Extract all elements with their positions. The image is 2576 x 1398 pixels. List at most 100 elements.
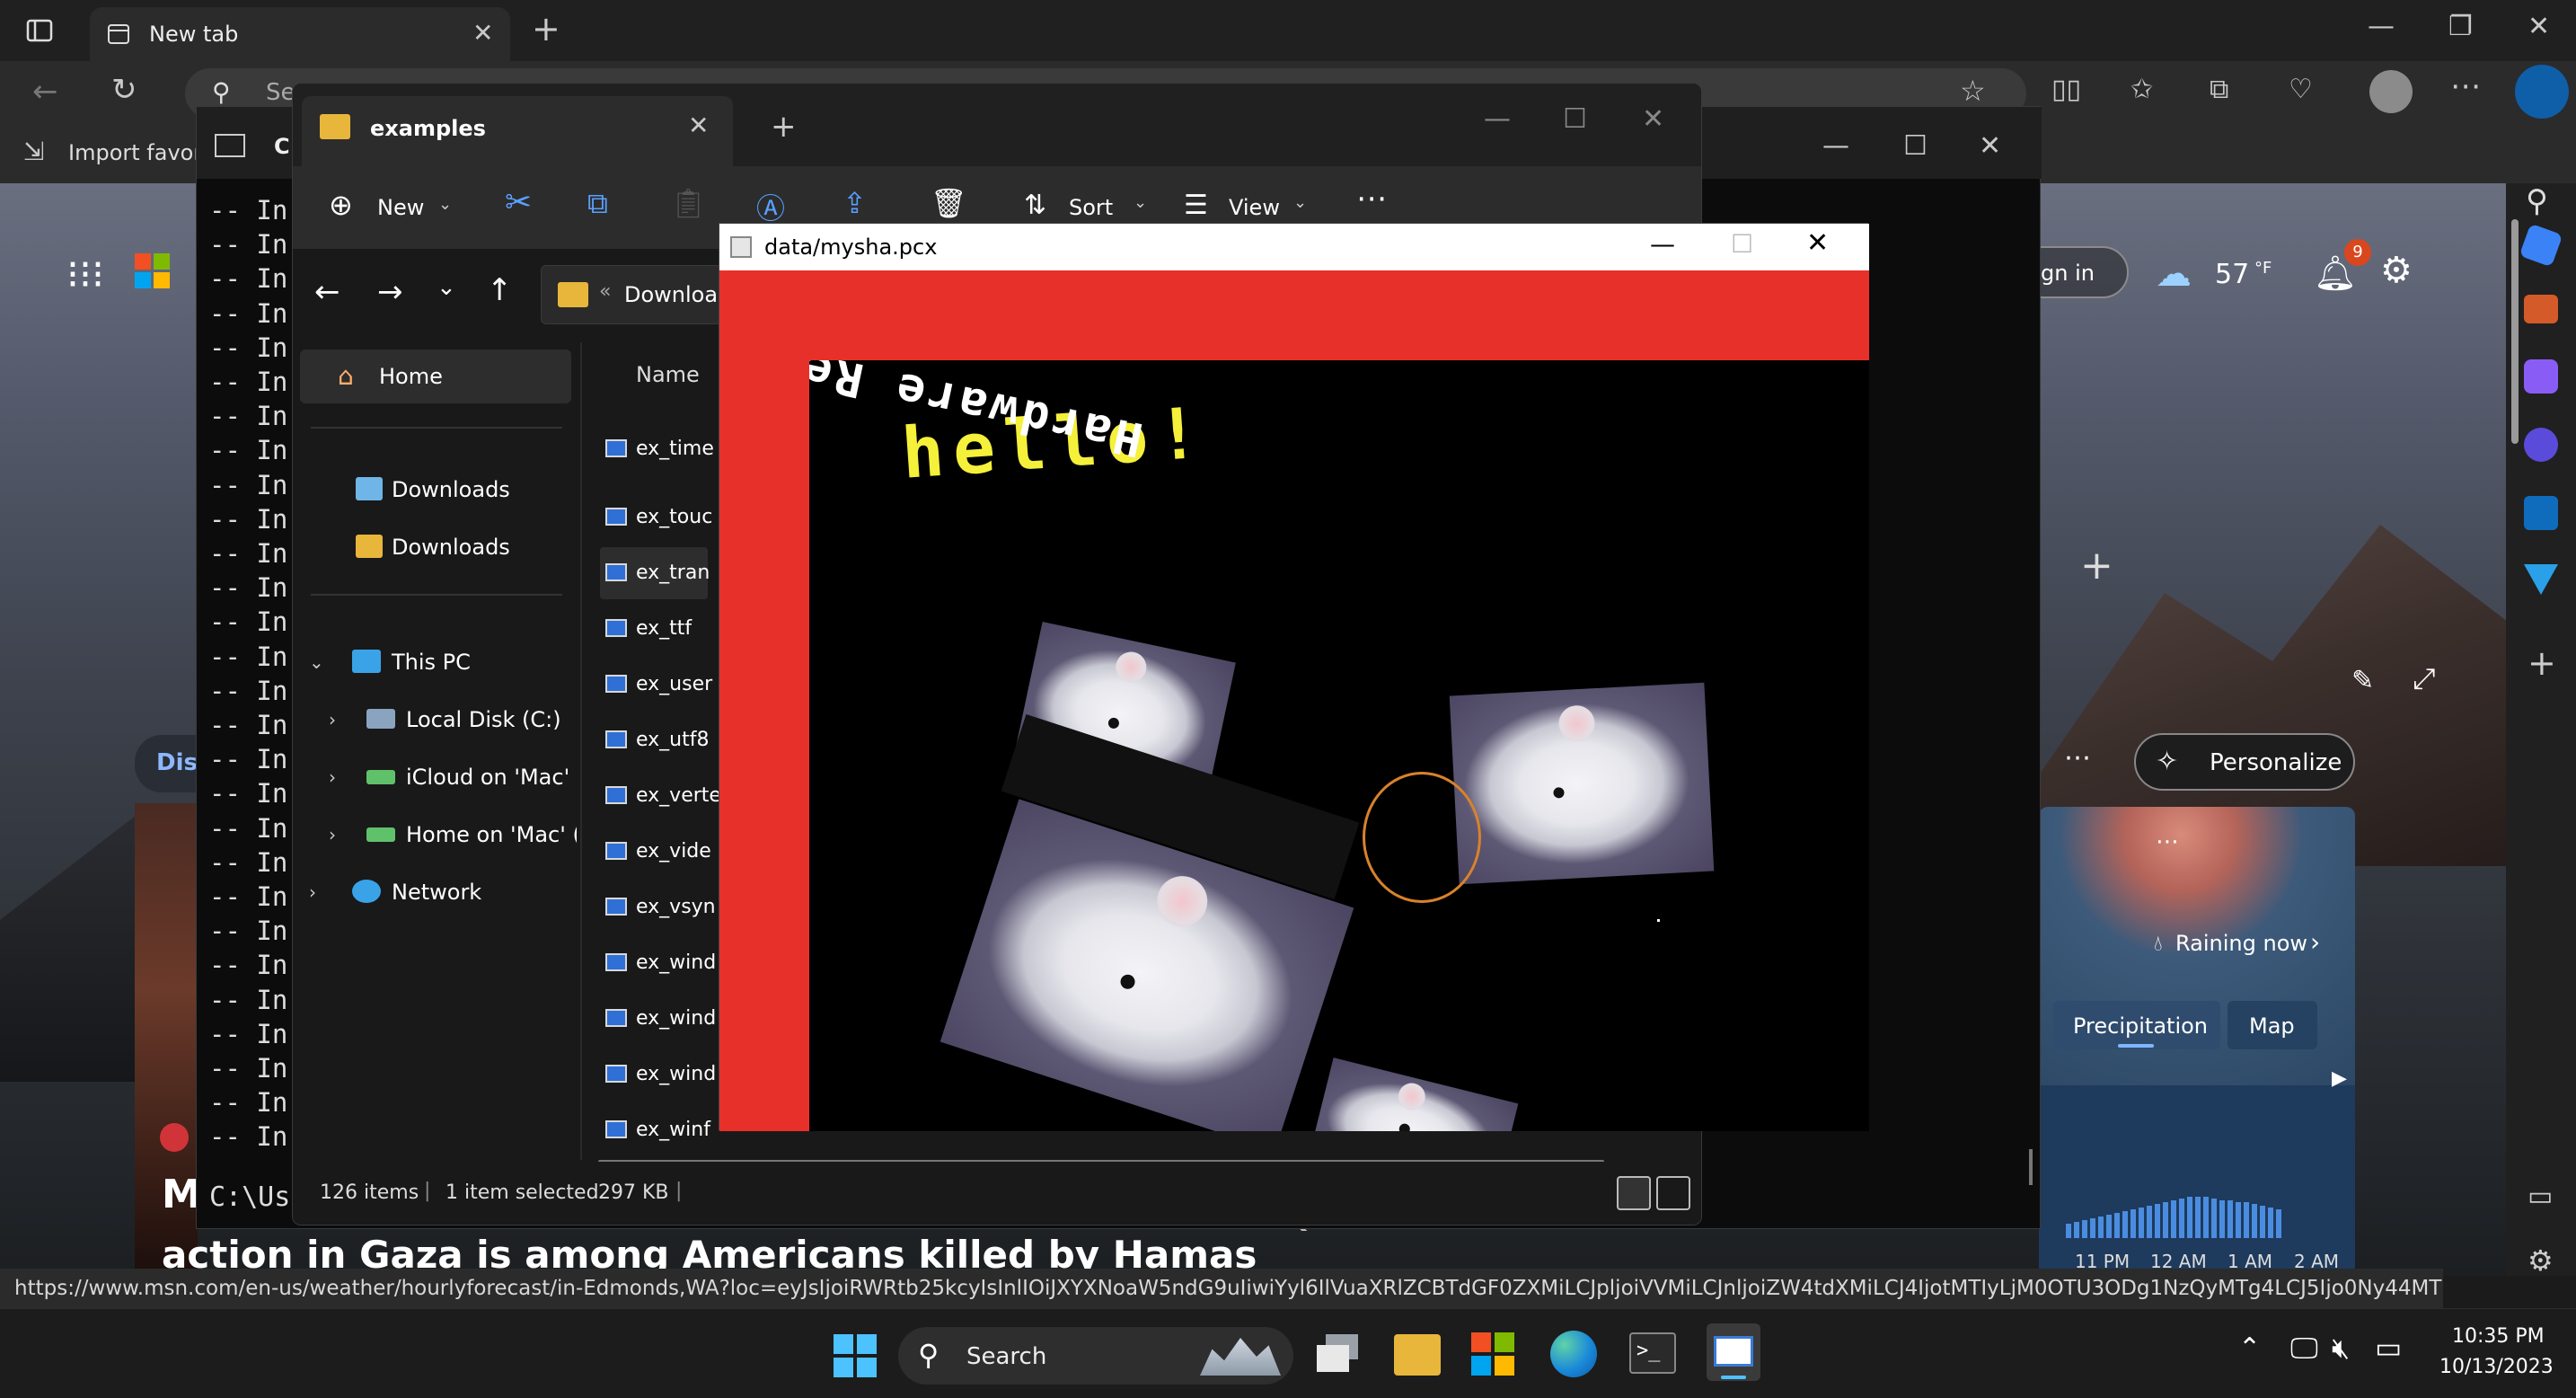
battery-icon[interactable]: ▭ (2375, 1331, 2402, 1365)
file-row[interactable]: ex_winf (600, 1104, 710, 1156)
more-icon[interactable]: ⋯ (2450, 68, 2481, 104)
copilot-icon[interactable] (2515, 65, 2569, 119)
apps-grid-icon[interactable]: ⁝⁝⁝ (66, 252, 104, 297)
file-row[interactable]: ex_wind (600, 993, 716, 1045)
show-hidden-icons-icon[interactable]: ⌃ (2238, 1332, 2261, 1364)
edge-taskbar-icon[interactable] (1550, 1331, 1597, 1377)
add-icon[interactable]: + (2080, 543, 2113, 588)
file-name: ex_time (636, 438, 714, 460)
sidebar-search-icon[interactable]: ⚲ (2526, 183, 2548, 219)
minimize-icon[interactable]: — (1650, 229, 1675, 259)
file-row[interactable]: ex_tran (600, 547, 710, 599)
store-taskbar-icon[interactable] (1471, 1332, 1514, 1376)
new-tab-button[interactable]: + (532, 9, 560, 49)
terminal-line: -- In (209, 435, 288, 466)
split-screen-icon[interactable]: ▯▯ (2051, 74, 2081, 105)
terminal-tab-title[interactable]: C (274, 134, 290, 159)
volume-muted-icon[interactable]: 🔇︎ (2332, 1331, 2350, 1366)
task-view-icon[interactable] (1317, 1334, 1363, 1374)
play-icon[interactable]: ▶ (2332, 1067, 2347, 1090)
file-row[interactable]: ex_wind (600, 937, 716, 989)
orange-circle (1363, 772, 1481, 903)
file-row[interactable]: ex_user (600, 659, 712, 711)
pcx-viewer-window[interactable]: data/mysha.pcx — ☐ ✕ hello! Hardware Ren… (719, 223, 1869, 1131)
sidebar-games-icon[interactable] (2524, 359, 2558, 394)
terminal-line: -- In (209, 195, 288, 226)
sidebar-shopping-icon[interactable] (2519, 223, 2563, 268)
browser-essentials-icon[interactable]: ♡ (2289, 74, 2313, 105)
close-icon[interactable]: ✕ (1806, 227, 1829, 259)
file-explorer-taskbar-icon[interactable] (1394, 1334, 1441, 1376)
card-more-icon[interactable]: ⋯ (2156, 828, 2179, 855)
tab-new-tab[interactable]: New tab ✕ (90, 7, 510, 61)
status-divider: | (675, 1180, 683, 1202)
weather-status[interactable]: Raining now (2175, 931, 2307, 956)
close-tab-icon[interactable]: ✕ (472, 18, 493, 48)
terminal-close-icon[interactable]: ✕ (1979, 130, 2001, 162)
tab-map[interactable]: Map (2228, 1001, 2317, 1049)
file-row[interactable]: ex_touc (600, 491, 712, 544)
restore-icon[interactable]: ❐ (2448, 11, 2473, 42)
refresh-icon[interactable]: ↻ (111, 72, 137, 108)
minimize-icon[interactable]: — (2368, 11, 2395, 42)
sidebar-layout-icon[interactable]: ▭ (2527, 1181, 2553, 1212)
file-row[interactable]: ex_vsyn (600, 881, 716, 933)
sidebar-drop-icon[interactable] (2524, 564, 2558, 595)
file-name: ex_vsyn (636, 896, 716, 918)
file-row[interactable]: ex_time (600, 423, 714, 475)
terminal-taskbar-icon[interactable]: >_ (1629, 1332, 1676, 1374)
exe-icon (605, 842, 627, 860)
sidebar-copilot-icon[interactable] (2524, 428, 2558, 462)
file-name: ex_user (636, 673, 713, 695)
sidebar-outlook-icon[interactable] (2524, 496, 2558, 530)
tab-precipitation[interactable]: Precipitation (2053, 1001, 2220, 1049)
terminal-line: -- In (209, 1018, 288, 1049)
terminal-line: -- In (209, 812, 288, 844)
back-icon[interactable]: ← (32, 74, 58, 110)
file-row[interactable]: ex_verte (600, 770, 721, 822)
terminal-prompt[interactable]: C:\Us (209, 1181, 290, 1213)
weather-card[interactable]: ⋯ 💧︎ Raining now › Precipitation Map ▶ 1… (2039, 807, 2355, 1276)
pcx-app-taskbar-icon[interactable] (1707, 1323, 1760, 1381)
terminal-scrollbar[interactable] (2029, 1149, 2033, 1185)
favorites-icon[interactable]: ✩ (2130, 74, 2153, 105)
network-icon[interactable]: 🖵︎ (2290, 1331, 2318, 1366)
clock-date[interactable]: 10/13/2023 (2439, 1356, 2554, 1378)
search-icon: ⚲ (212, 77, 231, 107)
sidebar-add-icon[interactable]: + (2527, 643, 2556, 683)
terminal-line: -- In (209, 367, 288, 398)
profile-avatar[interactable] (2369, 70, 2413, 113)
settings-gear-icon[interactable]: ⚙ (2380, 250, 2413, 291)
terminal-line: -- In (209, 606, 288, 638)
terminal-minimize-icon[interactable]: — (1822, 130, 1849, 162)
start-button[interactable] (834, 1334, 877, 1377)
personalize-button[interactable]: ✧ Personalize (2134, 733, 2355, 791)
details-view-icon[interactable] (1617, 1176, 1651, 1210)
close-icon[interactable]: ✕ (2527, 11, 2550, 42)
taskbar-search[interactable]: ⚲ Search (898, 1327, 1293, 1385)
terminal-line: -- In (209, 916, 288, 947)
terminal-line: -- In (209, 675, 288, 706)
collections-icon[interactable]: ⧉ (2210, 74, 2228, 105)
import-favorites-link[interactable]: Import favorit (68, 140, 216, 165)
exe-icon (605, 508, 627, 526)
file-row[interactable]: ex_ttf (600, 603, 708, 655)
favorite-star-icon[interactable]: ☆ (1960, 74, 1986, 108)
sidebar-tools-icon[interactable] (2524, 295, 2558, 323)
more-options-icon[interactable]: ⋯ (2064, 742, 2091, 774)
exe-icon (605, 563, 627, 581)
large-icons-view-icon[interactable] (1656, 1176, 1690, 1210)
tab-actions-icon[interactable] (25, 16, 54, 45)
sidebar-settings-icon[interactable]: ⚙ (2527, 1243, 2554, 1278)
scrollbar[interactable] (2508, 192, 2520, 1270)
clock-time[interactable]: 10:35 PM (2452, 1325, 2545, 1348)
file-row[interactable]: ex_wind (600, 1048, 716, 1101)
file-row[interactable]: ex_vide (600, 826, 711, 878)
edit-background-icon[interactable]: ✎ (2351, 665, 2374, 696)
file-name: ex_utf8 (636, 729, 710, 751)
file-row[interactable]: ex_utf8 (600, 714, 710, 766)
terminal-maximize-icon[interactable]: ☐ (1903, 130, 1928, 162)
file-name: ex_wind (636, 1007, 717, 1030)
temperature[interactable]: 57 (2215, 259, 2249, 290)
expand-icon[interactable]: ⤢ (2413, 661, 2436, 696)
